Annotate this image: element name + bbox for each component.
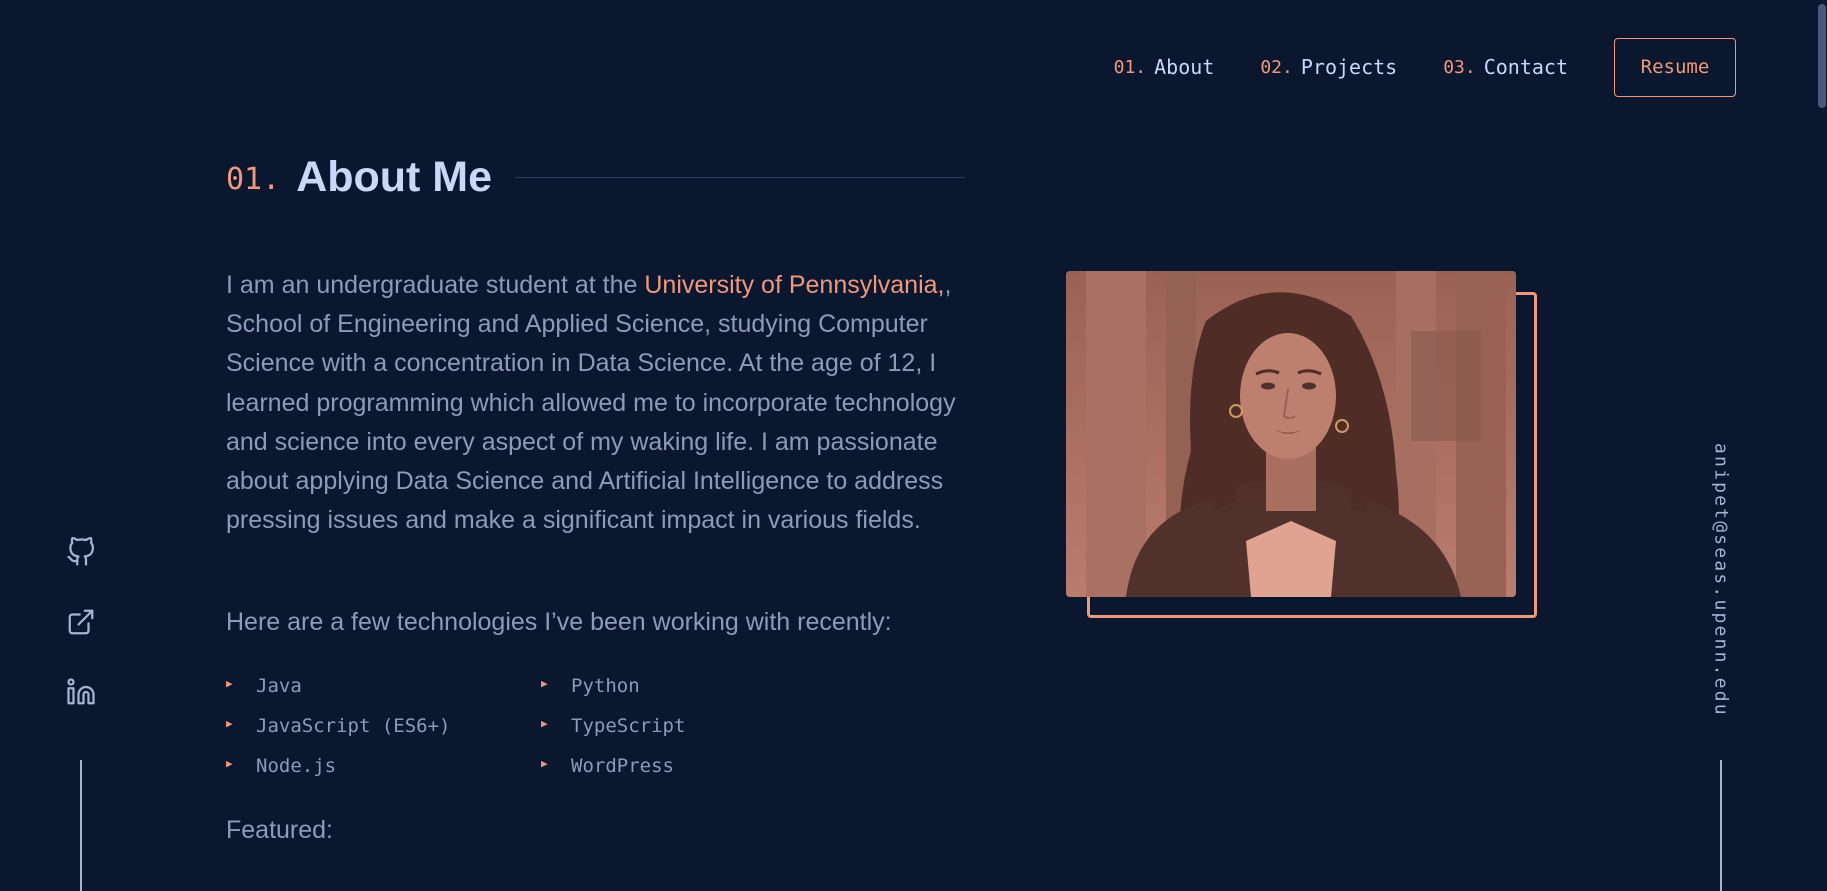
scrollbar-thumb[interactable] <box>1818 4 1826 108</box>
triangle-bullet-icon: ▶ <box>541 716 548 730</box>
section-title: About Me <box>296 152 493 201</box>
nav-link-contact[interactable]: 03. Contact <box>1443 55 1568 79</box>
skill-label: Java <box>256 675 302 697</box>
github-icon[interactable] <box>63 534 99 570</box>
nav-label: Contact <box>1483 55 1568 79</box>
triangle-bullet-icon: ▶ <box>226 676 233 690</box>
skill-label: JavaScript (ES6+) <box>256 715 451 737</box>
featured-heading: Featured: <box>226 816 334 844</box>
about-paragraph: I am an undergraduate student at the Uni… <box>226 266 996 540</box>
skill-item: ▶ Node.js <box>226 752 541 780</box>
skill-item: ▶ WordPress <box>541 752 746 780</box>
skill-item: ▶ JavaScript (ES6+) <box>226 712 541 740</box>
nav-label: About <box>1154 55 1215 79</box>
linkedin-icon[interactable] <box>63 674 99 710</box>
nav-link-projects[interactable]: 02. Projects <box>1260 55 1397 79</box>
about-intro-after: , School of Engineering and Applied Scie… <box>226 271 956 535</box>
nav-number: 01. <box>1113 56 1147 78</box>
nav-link-about[interactable]: 01. About <box>1114 55 1215 79</box>
profile-photo[interactable] <box>1066 271 1516 597</box>
skill-label: Python <box>571 675 640 697</box>
university-link[interactable]: University of Pennsylvania, <box>644 271 944 299</box>
about-intro-before: I am an undergraduate student at the <box>226 271 645 299</box>
email-sidebar: anipet@seas.upenn.edu <box>1703 443 1739 717</box>
top-nav: 01. About 02. Projects 03. Contact Resum… <box>1114 37 1736 97</box>
right-vertical-line <box>1720 760 1722 891</box>
nav-number: 03. <box>1443 56 1476 78</box>
section-divider <box>515 177 965 178</box>
resume-button[interactable]: Resume <box>1614 37 1736 97</box>
triangle-bullet-icon: ▶ <box>541 756 548 770</box>
external-link-icon[interactable] <box>63 604 99 640</box>
social-links <box>63 534 99 744</box>
skill-item: ▶ Java <box>226 672 541 700</box>
triangle-bullet-icon: ▶ <box>541 676 548 690</box>
email-link[interactable]: anipet@seas.upenn.edu <box>1711 443 1732 717</box>
triangle-bullet-icon: ▶ <box>226 756 233 770</box>
section-heading: 01. About Me <box>226 150 492 204</box>
nav-label: Projects <box>1300 55 1398 79</box>
scrollbar[interactable] <box>1815 0 1827 891</box>
skill-label: WordPress <box>571 755 674 777</box>
skills-list: ▶ Java ▶ Python ▶ JavaScript (ES6+) ▶ Ty… <box>226 672 746 780</box>
triangle-bullet-icon: ▶ <box>226 716 233 730</box>
section-number: 01. <box>226 161 281 197</box>
skill-label: Node.js <box>256 755 337 777</box>
tech-intro-text: Here are a few technologies I’ve been wo… <box>226 608 892 636</box>
left-vertical-line <box>80 760 82 891</box>
nav-number: 02. <box>1260 56 1293 78</box>
skill-label: TypeScript <box>571 715 686 737</box>
skill-item: ▶ TypeScript <box>541 712 746 740</box>
portrait-illustration <box>1066 271 1516 597</box>
skill-item: ▶ Python <box>541 672 746 700</box>
